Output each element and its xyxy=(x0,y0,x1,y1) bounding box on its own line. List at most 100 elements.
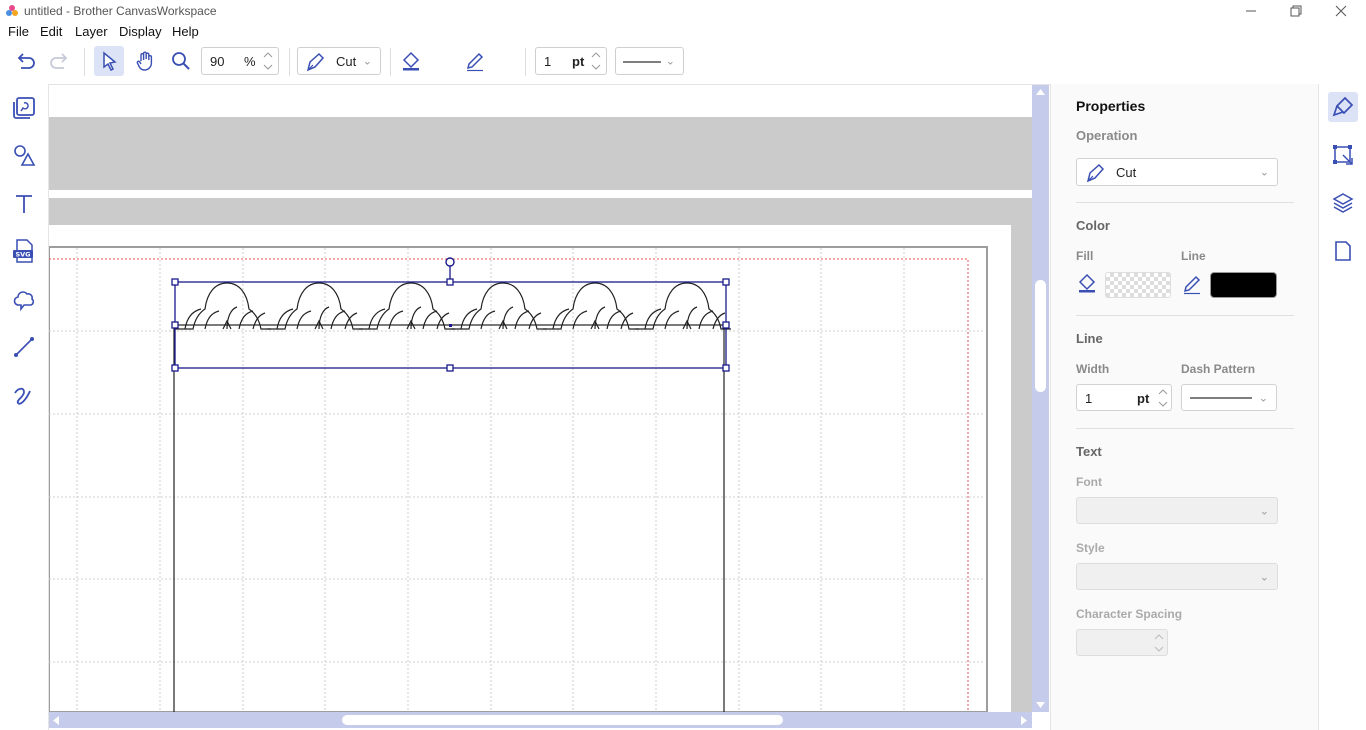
zoom-stepper-icon[interactable] xyxy=(262,50,274,72)
scroll-left-icon[interactable] xyxy=(53,716,59,725)
chevron-down-icon: ⌄ xyxy=(665,55,675,68)
line-width-value: 1 xyxy=(544,54,552,69)
paint-bucket-icon xyxy=(1078,273,1096,293)
operation-select-value: Cut xyxy=(1116,165,1137,180)
select-tool-button[interactable] xyxy=(94,46,124,76)
shape-library-button[interactable] xyxy=(9,284,39,314)
page-band xyxy=(49,117,1032,190)
hand-icon xyxy=(136,51,153,71)
close-icon xyxy=(1335,5,1347,17)
zoom-field[interactable]: 90 % xyxy=(201,47,279,75)
line-tool-button[interactable] xyxy=(9,332,39,362)
center-point xyxy=(449,324,452,327)
transform-icon xyxy=(1333,145,1353,165)
restore-icon xyxy=(1290,5,1302,17)
color-section-title: Color xyxy=(1076,218,1110,233)
title-bar: untitled - Brother CanvasWorkspace xyxy=(0,0,1366,22)
toolbar: 90 % Cut ⌄ 1 pt ⌄ xyxy=(0,40,1366,112)
scroll-up-icon[interactable] xyxy=(1036,89,1045,95)
chevron-down-icon: ⌄ xyxy=(1259,166,1269,179)
minimize-button[interactable] xyxy=(1228,0,1274,22)
restore-button[interactable] xyxy=(1273,0,1319,22)
divider xyxy=(1076,428,1294,429)
scroll-right-icon[interactable] xyxy=(1021,716,1027,725)
undo-icon xyxy=(17,53,35,69)
menu-help[interactable]: Help xyxy=(172,24,199,39)
menu-edit[interactable]: Edit xyxy=(40,24,62,39)
operation-dropdown[interactable]: Cut ⌄ xyxy=(297,47,381,75)
solid-line-icon xyxy=(1190,397,1252,399)
vertical-scroll-thumb[interactable] xyxy=(1035,280,1046,392)
app-logo-icon xyxy=(6,5,18,16)
text-tool-button[interactable] xyxy=(9,189,39,219)
divider xyxy=(1076,315,1294,316)
font-label: Font xyxy=(1076,475,1102,489)
vertical-scrollbar[interactable] xyxy=(1032,85,1049,712)
paint-brush-icon xyxy=(1332,96,1354,117)
character-spacing-label: Character Spacing xyxy=(1076,607,1183,621)
fill-color-picker[interactable] xyxy=(1105,272,1171,298)
menu-display[interactable]: Display xyxy=(119,24,162,39)
close-button[interactable] xyxy=(1318,0,1364,22)
freehand-tool-button[interactable] xyxy=(9,380,39,410)
separator xyxy=(84,48,85,76)
layers-icon xyxy=(1332,193,1354,213)
undo-button[interactable] xyxy=(10,46,40,76)
operation-select[interactable]: Cut ⌄ xyxy=(1076,158,1278,186)
line-color-picker[interactable] xyxy=(1210,272,1277,298)
paint-bucket-icon xyxy=(402,51,420,71)
width-field[interactable]: 1 pt xyxy=(1076,384,1172,411)
page-icon xyxy=(1335,241,1351,261)
line-color-button[interactable] xyxy=(460,46,490,76)
width-stepper-icon[interactable] xyxy=(1157,387,1169,409)
shapes-button[interactable] xyxy=(9,141,39,171)
chevron-down-icon: ⌄ xyxy=(1258,392,1268,404)
line-tool-icon xyxy=(14,337,34,357)
hand-tool-button[interactable] xyxy=(130,46,160,76)
cut-pen-icon xyxy=(306,52,325,72)
redo-icon xyxy=(50,53,68,69)
separator xyxy=(525,48,526,76)
operation-value: Cut xyxy=(336,54,357,69)
fill-button[interactable] xyxy=(396,46,426,76)
character-spacing-field[interactable] xyxy=(1076,629,1168,656)
redo-button[interactable] xyxy=(45,46,75,76)
menu-layer[interactable]: Layer xyxy=(75,24,108,39)
shapes-icon xyxy=(14,145,36,166)
minimize-icon xyxy=(1246,10,1256,12)
dash-pattern-dropdown[interactable]: ⌄ xyxy=(615,47,684,75)
design-canvas[interactable] xyxy=(49,85,1032,712)
horizontal-scrollbar[interactable] xyxy=(49,712,1032,728)
canvas-drawing[interactable] xyxy=(49,85,1032,712)
magnifier-icon xyxy=(172,52,190,70)
spacing-stepper-icon[interactable] xyxy=(1153,632,1165,654)
page-tab[interactable] xyxy=(1328,236,1358,266)
svg-import-button[interactable]: SVG xyxy=(9,236,39,266)
transform-tab[interactable] xyxy=(1328,140,1358,170)
rotate-handle[interactable] xyxy=(445,257,455,267)
window-title: untitled - Brother CanvasWorkspace xyxy=(24,4,217,18)
menu-file[interactable]: File xyxy=(8,24,29,39)
layers-tab[interactable] xyxy=(1328,188,1358,218)
divider xyxy=(1076,202,1294,203)
line-section-title: Line xyxy=(1076,331,1103,346)
horizontal-scroll-thumb[interactable] xyxy=(342,715,783,725)
zoom-tool-button[interactable] xyxy=(166,46,196,76)
fill-label: Fill xyxy=(1076,249,1094,263)
style-select[interactable]: ⌄ xyxy=(1076,563,1278,590)
line-width-field[interactable]: 1 pt xyxy=(535,47,607,75)
dash-pattern-select[interactable]: ⌄ xyxy=(1181,384,1277,411)
pen-icon xyxy=(466,52,484,72)
text-section-title: Text xyxy=(1076,444,1102,459)
properties-title: Properties xyxy=(1076,98,1146,114)
width-label: Width xyxy=(1076,362,1110,376)
scroll-down-icon[interactable] xyxy=(1036,702,1045,708)
font-select[interactable]: ⌄ xyxy=(1076,497,1278,524)
properties-tab[interactable] xyxy=(1328,92,1358,122)
cloud-shape-icon xyxy=(13,291,35,312)
pattern-library-button[interactable] xyxy=(9,93,39,123)
width-stepper-icon[interactable] xyxy=(590,50,602,72)
separator xyxy=(289,48,290,76)
chevron-down-icon: ⌄ xyxy=(362,55,372,68)
width-value: 1 xyxy=(1085,391,1093,406)
